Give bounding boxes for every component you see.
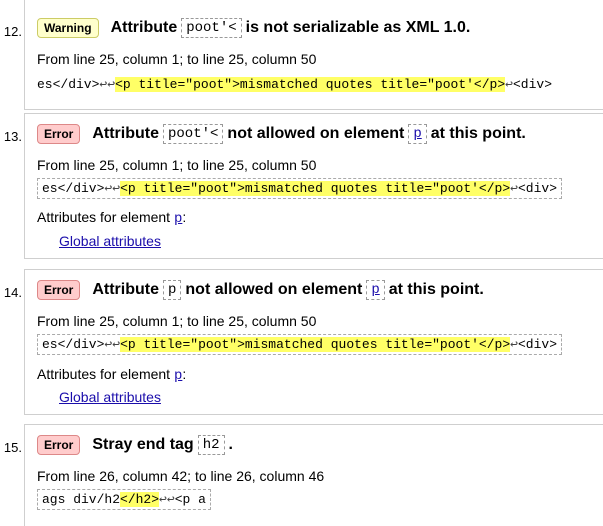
source-extract: ags div/h2</h2>↩↩<p a	[37, 489, 211, 510]
heading-text: at this point.	[388, 281, 484, 298]
heading-text: is not serializable as XML 1.0.	[245, 19, 471, 36]
attribute-code: poot'<	[181, 18, 242, 38]
location-text: From line 25, column 1; to line 25, colu…	[37, 157, 317, 173]
location-text: From line 26, column 42; to line 26, col…	[37, 468, 325, 484]
line-feed-icon: ↩↩	[99, 77, 116, 92]
message-heading: Error Attribute p not allowed on element…	[37, 280, 484, 300]
element-code: h2	[197, 435, 225, 455]
message-heading: Warning Attribute poot'< is not serializ…	[37, 18, 470, 38]
location-text: From line 25, column 1; to line 25, colu…	[37, 313, 317, 329]
attribute-code: poot'<	[163, 124, 224, 144]
extract-after: <div>	[517, 181, 557, 196]
message-item-14: Error Attribute p not allowed on element…	[24, 269, 603, 415]
heading-text: Attribute	[92, 125, 159, 142]
line-feed-icon: ↩↩	[159, 492, 175, 507]
heading-text: not allowed on element	[227, 125, 405, 142]
attrs-colon: :	[182, 366, 187, 382]
message-heading: Error Stray end tag h2 .	[37, 435, 233, 455]
line-feed-icon: ↩↩	[104, 337, 121, 352]
message-number: 15.	[3, 440, 22, 455]
extract-highlight: <p title="poot">mismatched quotes title=…	[120, 181, 511, 196]
error-badge: Error	[37, 124, 81, 144]
message-heading: Error Attribute poot'< not allowed on el…	[37, 124, 526, 144]
heading-text: at this point.	[430, 125, 526, 142]
message-number: 12.	[3, 24, 22, 39]
heading-text: Attribute	[92, 281, 159, 298]
validator-results: 12. Warning Attribute poot'< is not seri…	[0, 0, 603, 526]
source-extract: es</div>↩↩<p title="poot">mismatched quo…	[37, 75, 552, 94]
extract-before: ags div/h2	[42, 492, 121, 507]
attrs-label: Attributes for element	[37, 209, 171, 225]
global-attributes-link[interactable]: Global attributes	[59, 233, 161, 249]
extract-after: <div>	[517, 337, 557, 352]
message-item-12: Warning Attribute poot'< is not serializ…	[24, 0, 603, 110]
warning-badge: Warning	[37, 18, 99, 38]
extract-after: <p a	[174, 492, 206, 507]
source-extract: es</div>↩↩<p title="poot">mismatched quo…	[37, 178, 562, 199]
attributes-info: Attributes for element p:	[37, 209, 186, 227]
line-feed-icon: ↩	[510, 337, 518, 352]
extract-before: es</div>	[37, 77, 100, 92]
global-attributes-link[interactable]: Global attributes	[59, 389, 161, 405]
line-feed-icon: ↩	[505, 77, 513, 92]
location-text: From line 25, column 1; to line 25, colu…	[37, 51, 317, 67]
attributes-info: Attributes for element p:	[37, 366, 186, 384]
line-feed-icon: ↩	[510, 181, 518, 196]
message-number: 13.	[3, 129, 22, 144]
extract-highlight: <p title="poot">mismatched quotes title=…	[115, 77, 506, 92]
message-number: 14.	[3, 285, 22, 300]
source-extract: es</div>↩↩<p title="poot">mismatched quo…	[37, 334, 562, 355]
extract-highlight: <p title="poot">mismatched quotes title=…	[120, 337, 511, 352]
attrs-label: Attributes for element	[37, 366, 171, 382]
line-feed-icon: ↩↩	[104, 181, 121, 196]
message-item-15: Error Stray end tag h2 . From line 26, c…	[24, 424, 603, 526]
error-badge: Error	[37, 435, 81, 455]
extract-after: <div>	[512, 77, 552, 92]
element-link[interactable]: p	[408, 124, 427, 144]
extract-highlight: </h2>	[120, 492, 160, 507]
heading-text: Stray end tag	[92, 436, 194, 453]
error-badge: Error	[37, 280, 81, 300]
attribute-code: p	[163, 280, 182, 300]
message-item-13: Error Attribute poot'< not allowed on el…	[24, 113, 603, 259]
extract-before: es</div>	[42, 181, 105, 196]
heading-text: Attribute	[110, 19, 178, 36]
heading-text: .	[228, 436, 233, 453]
attrs-colon: :	[182, 209, 187, 225]
heading-text: not allowed on element	[185, 281, 363, 298]
extract-before: es</div>	[42, 337, 105, 352]
element-link[interactable]: p	[366, 280, 385, 300]
